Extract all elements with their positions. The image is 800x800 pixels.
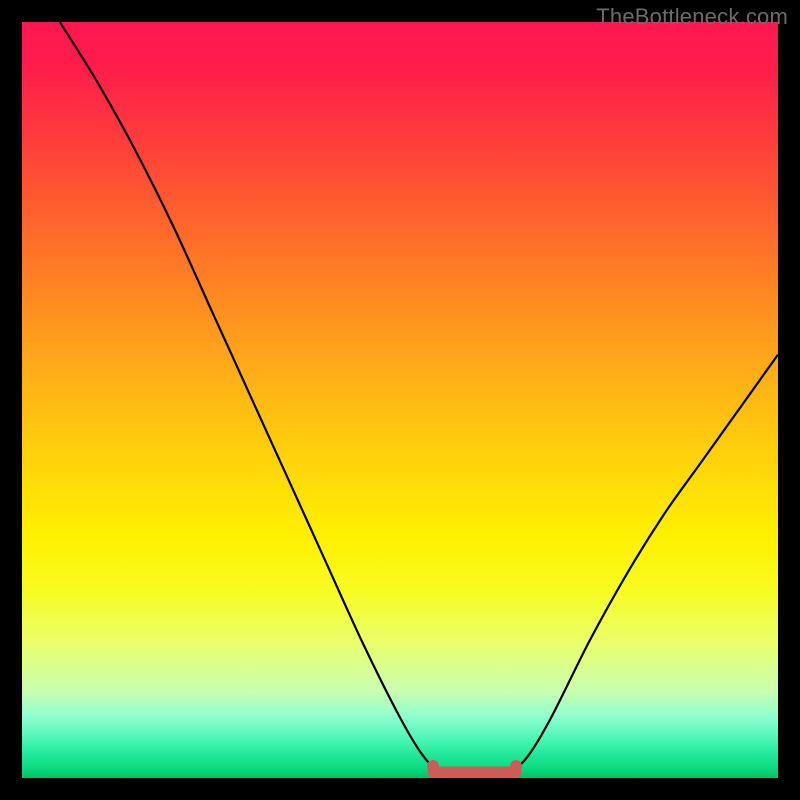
bottleneck-curve (22, 22, 778, 778)
watermark-text: TheBottleneck.com (596, 4, 788, 30)
chart-frame: TheBottleneck.com (0, 0, 800, 800)
